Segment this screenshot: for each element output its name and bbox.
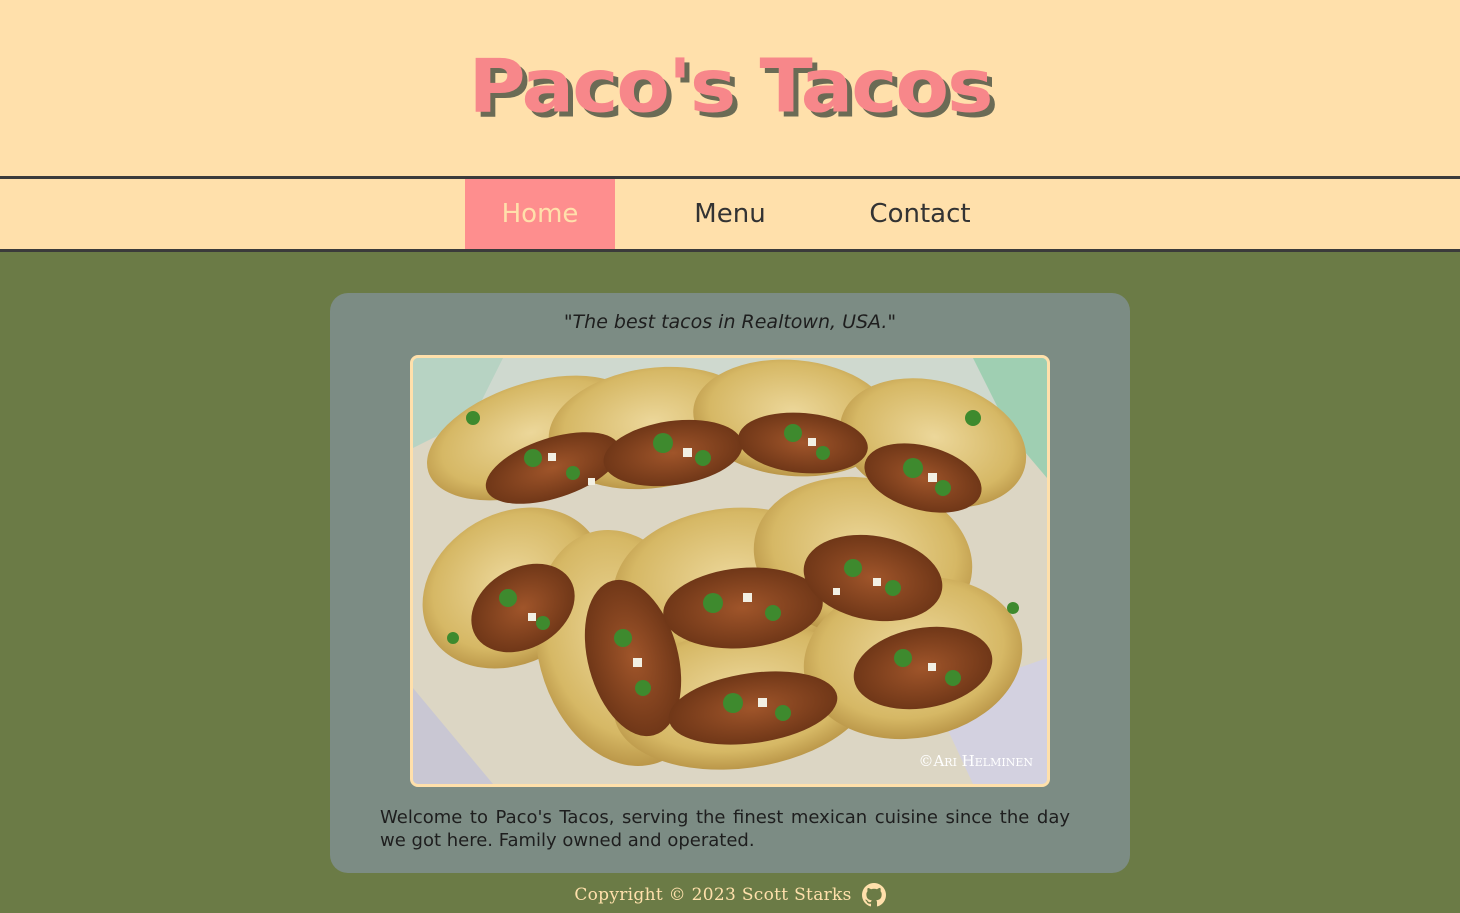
welcome-text: Welcome to Paco's Tacos, serving the fin… bbox=[380, 807, 1070, 851]
copyright-text: Copyright © 2023 Scott Starks bbox=[574, 885, 852, 905]
nav-item-home[interactable]: Home bbox=[465, 179, 615, 249]
site-footer: Copyright © 2023 Scott Starks bbox=[0, 880, 1460, 910]
tagline: "The best tacos in Realtown, USA." bbox=[563, 311, 897, 333]
tacos-photo: ©Ari Helminen bbox=[410, 355, 1050, 787]
nav-item-menu[interactable]: Menu bbox=[655, 179, 805, 249]
github-icon[interactable] bbox=[861, 883, 886, 907]
site-title: Paco's Tacos bbox=[468, 44, 993, 130]
nav-item-contact[interactable]: Contact bbox=[845, 179, 995, 249]
content-card: "The best tacos in Realtown, USA." ©Ari … bbox=[330, 293, 1130, 873]
tacos-illustration bbox=[413, 358, 1047, 784]
main-nav: Home Menu Contact bbox=[0, 176, 1460, 252]
photo-watermark: ©Ari Helminen bbox=[918, 752, 1033, 770]
site-header: Paco's Tacos bbox=[0, 0, 1460, 176]
